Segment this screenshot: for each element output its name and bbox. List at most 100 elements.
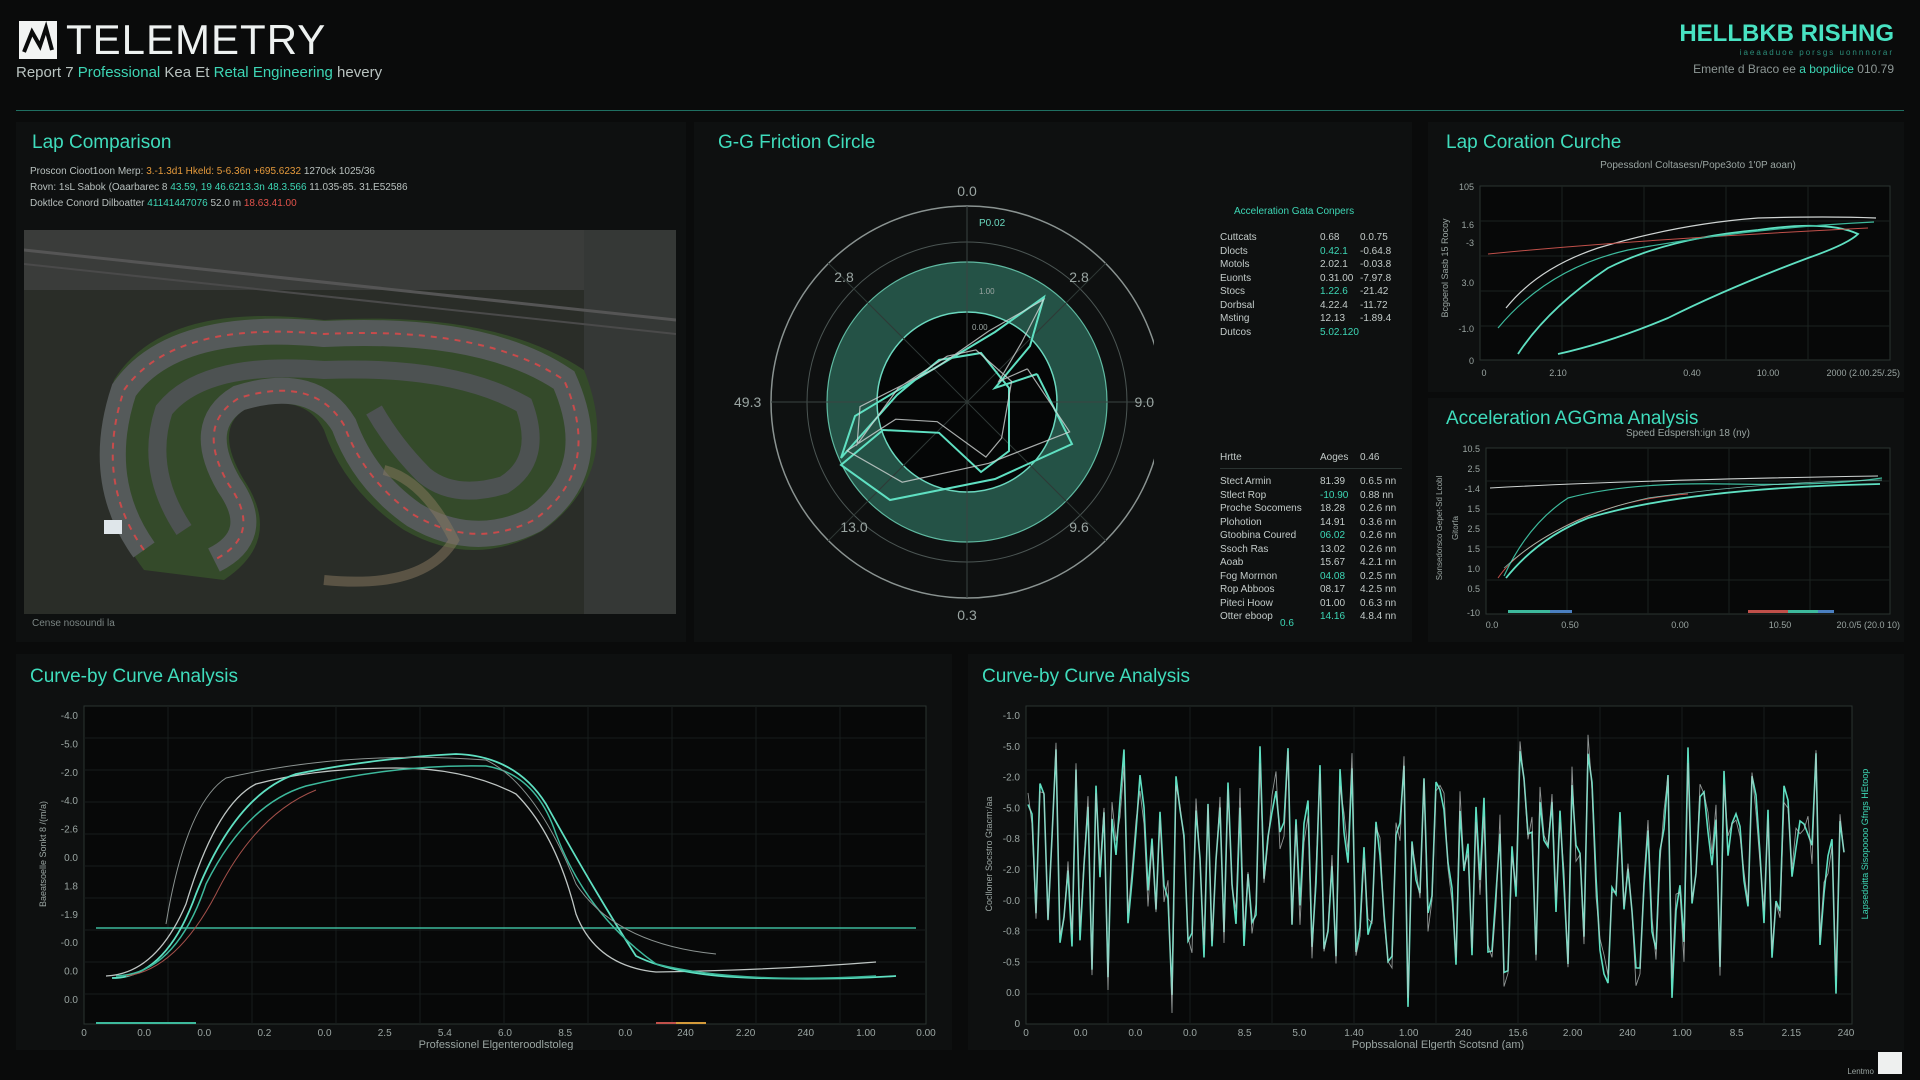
gg-label: 0.3 xyxy=(957,607,977,623)
chart-title: Popessdonl Coltasesn/Pope3oto 1'0P aoan) xyxy=(1600,160,1796,171)
y-tick: -2.0 xyxy=(1003,773,1021,784)
y-tick: -1.9 xyxy=(61,910,79,921)
acceleration-analysis-chart: Speed Edspersh:ign 18 (ny) Sonsedorsco G… xyxy=(1435,428,1900,630)
y-tick: -0.5 xyxy=(1003,957,1021,968)
info-row-1: Proscon Cioot1oon Merp: 3.-1.3d1 Hkeld: … xyxy=(30,166,375,177)
y-tick: -1.0 xyxy=(1458,324,1474,334)
y-tick: 1.8 xyxy=(64,881,78,892)
y-axis-label-2: Gitorfa xyxy=(1451,515,1460,540)
lap-coration-chart: Popessdonl Coltasesn/Pope3oto 1'0P aoan)… xyxy=(1440,160,1900,378)
acceleration-analysis-title: Acceleration AGGma Analysis xyxy=(1446,408,1699,429)
stats-footer: 0.6 xyxy=(1280,618,1294,629)
y-tick: -5.0 xyxy=(1003,803,1021,814)
x-tick: 15.6 xyxy=(1508,1028,1528,1039)
gg-label: 13.0 xyxy=(840,519,867,535)
x-tick: 10.50 xyxy=(1769,620,1792,630)
chart-title: Speed Edspersh:ign 18 (ny) xyxy=(1626,428,1750,439)
lap-comparison-title: Lap Comparison xyxy=(32,132,172,153)
x-tick: 10.00 xyxy=(1757,368,1780,378)
x-tick: 20.0/5 (20.0 10) xyxy=(1836,620,1900,630)
y-tick: 2.5 xyxy=(1467,524,1480,534)
curve-analysis-right-title: Curve-by Curve Analysis xyxy=(982,666,1191,687)
info-row-3: Doktlce Conord Dilboatter 41141447076 52… xyxy=(30,198,297,209)
x-tick: 240 xyxy=(1838,1028,1855,1039)
gg-label: 2.8 xyxy=(1069,269,1089,285)
curve-analysis-left-chart: Baeatsoelle Sonkt 8 /(m/a) -4.0 -5.0 -2.0 -… xyxy=(38,705,936,1050)
gg-label: 0.0 xyxy=(957,183,977,199)
lap-comparison-panel: Lap Comparison Proscon Cioot1oon Merp: 3… xyxy=(16,122,686,642)
x-tick: 0.0 xyxy=(197,1028,211,1039)
x-tick: 1.00 xyxy=(1672,1028,1692,1039)
x-tick: 8.5 xyxy=(1238,1028,1252,1039)
y-tick: 3.0 xyxy=(1461,278,1474,288)
x-tick: 2.10 xyxy=(1549,368,1567,378)
y-tick: 0 xyxy=(1014,1019,1020,1030)
x-tick: 0 xyxy=(1481,368,1486,378)
y-tick: -10 xyxy=(1467,608,1480,618)
x-tick: 0.2 xyxy=(257,1028,271,1039)
x-tick: 0 xyxy=(81,1028,87,1039)
gg-friction-circle-panel: G-G Friction Circle 0.0 2.8 2.8 49.3 9.0… xyxy=(694,122,1412,642)
x-tick: 0.0 xyxy=(1183,1028,1197,1039)
track-image-caption: Cense nosoundi la xyxy=(32,618,115,629)
y-tick: -2.0 xyxy=(61,768,79,779)
y-tick: -4.0 xyxy=(61,711,79,722)
y-tick: -2.0 xyxy=(1003,865,1021,876)
y-axis-label-2: Lapsedoitta Sisopoooo Gfngs HEtoop xyxy=(1860,769,1870,920)
curve-analysis-left-panel: Curve-by Curve Analysis Baeatsoelle Sonk… xyxy=(16,654,952,1050)
lap-coration-title: Lap Coration Curche xyxy=(1446,132,1622,153)
y-tick: 0.0 xyxy=(64,995,78,1006)
info-row-2: Rovn: 1sL Sabok (Oaarbarec 8 43.59, 19 4… xyxy=(30,182,408,193)
x-tick: 0.50 xyxy=(1561,620,1579,630)
gg-label: 9.6 xyxy=(1069,519,1089,535)
y-tick: 0.0 xyxy=(64,853,78,864)
lap-coration-panel: Lap Coration Curche Popessdonl Coltasesn… xyxy=(1428,122,1904,392)
x-tick: 2000 (2.00.25/.25) xyxy=(1826,368,1900,378)
x-tick: 2.00 xyxy=(1563,1028,1583,1039)
gg-label: 9.0 xyxy=(1135,394,1154,410)
x-tick: 0.0 xyxy=(618,1028,632,1039)
y-tick: 105 xyxy=(1459,182,1474,192)
gg-inner-label: P0.02 xyxy=(979,218,1006,229)
y-tick: 0.0 xyxy=(1006,988,1020,999)
stats-header: Acceleration Gata Conpers xyxy=(1234,206,1355,217)
y-tick: -0.0 xyxy=(61,938,79,949)
y-axis-label: Baeatsoelle Sonkt 8 /(m/a) xyxy=(38,801,48,907)
report-subtitle: Report 7 Professional Kea Et Retal Engin… xyxy=(16,64,383,81)
y-tick: -5.0 xyxy=(61,739,79,750)
brand-name: HELLBKB RISHNG xyxy=(1679,20,1894,47)
track-aerial-image xyxy=(24,230,676,614)
y-tick: -0.8 xyxy=(1003,927,1021,938)
brand-tagline: iaeaaduoe porsgs uonnnorar xyxy=(1739,48,1894,57)
footer-logo-icon xyxy=(1878,1052,1902,1074)
x-tick: 6.0 xyxy=(498,1028,512,1039)
curve-analysis-left-title: Curve-by Curve Analysis xyxy=(30,666,239,687)
telemetry-logo-icon xyxy=(19,21,57,59)
x-tick: 8.5 xyxy=(558,1028,572,1039)
gg-label: 49.3 xyxy=(734,394,761,410)
x-tick: 5.4 xyxy=(438,1028,452,1039)
x-tick: 0 xyxy=(1023,1028,1029,1039)
x-tick: 0.00 xyxy=(1671,620,1689,630)
gg-circle-chart: 0.0 2.8 2.8 49.3 9.0 13.0 9.6 0.3 P0.02 … xyxy=(734,183,1154,623)
curve-analysis-right-chart: Coclloner Socstro Gtacm:/aa Lapsedoitta … xyxy=(984,705,1870,1050)
x-tick: 0.0 xyxy=(1128,1028,1142,1039)
y-axis-label: Coclloner Socstro Gtacm:/aa xyxy=(984,796,994,911)
y-tick: -1.4 xyxy=(1464,484,1480,494)
x-tick: 2.15 xyxy=(1782,1028,1802,1039)
y-tick: 0.0 xyxy=(64,967,78,978)
curve-analysis-right-panel: Curve-by Curve Analysis Coclloner Socstr… xyxy=(968,654,1904,1050)
y-axis-label: Sonsedorsco Gepet-Sd Lcobl xyxy=(1435,476,1444,581)
y-tick: 0 xyxy=(1469,356,1474,366)
y-tick: 1.5 xyxy=(1467,504,1480,514)
header-divider xyxy=(16,110,1904,111)
x-tick: 1.00 xyxy=(1399,1028,1419,1039)
x-tick: 1.40 xyxy=(1344,1028,1364,1039)
x-tick: 240 xyxy=(677,1028,694,1039)
gg-circle-title: G-G Friction Circle xyxy=(718,132,876,153)
x-tick: 2.5 xyxy=(378,1028,392,1039)
header: TELEMETRY Report 7 Professional Kea Et R… xyxy=(0,0,1920,112)
y-tick: 2.5 xyxy=(1467,464,1480,474)
x-tick: 1.00 xyxy=(856,1028,876,1039)
y-tick: 1.0 xyxy=(1467,564,1480,574)
